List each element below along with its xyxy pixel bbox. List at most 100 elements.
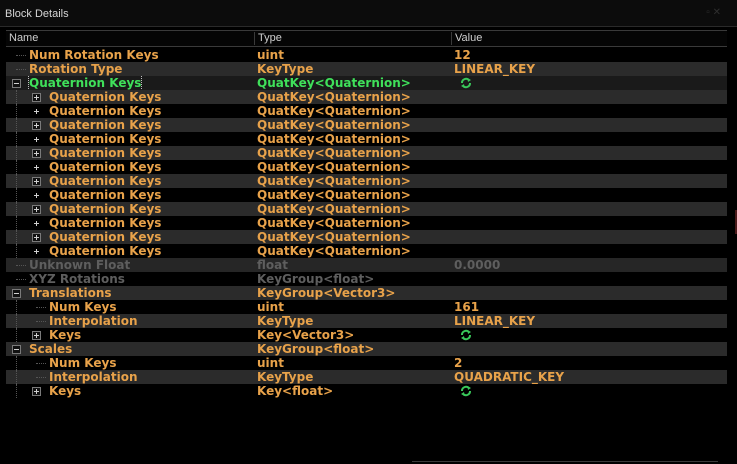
tree-row[interactable]: Quaternion Keys QuatKey<Quaternion> — [6, 132, 727, 146]
row-name-cell[interactable]: Quaternion Keys — [6, 104, 252, 118]
row-name-cell[interactable]: Quaternion Keys — [6, 118, 252, 132]
window-controls[interactable]: ▫ ✕ — [706, 7, 721, 18]
row-value[interactable] — [454, 118, 724, 132]
row-value[interactable]: QUADRATIC_KEY — [454, 370, 724, 384]
expand-icon[interactable] — [32, 93, 41, 102]
row-name-cell[interactable]: Quaternion Keys — [6, 202, 252, 216]
collapse-icon[interactable] — [12, 289, 21, 298]
expand-icon[interactable] — [32, 149, 41, 158]
row-name-cell[interactable]: Quaternion Keys — [6, 244, 252, 258]
collapse-icon[interactable] — [12, 79, 21, 88]
row-name-cell[interactable]: Quaternion Keys — [6, 216, 252, 230]
row-name-cell[interactable]: Quaternion Keys — [6, 132, 252, 146]
expand-icon[interactable] — [32, 107, 41, 116]
row-name-cell[interactable]: Scales — [6, 342, 252, 356]
tree-row[interactable]: Translations KeyGroup<Vector3> — [6, 286, 727, 300]
row-value[interactable] — [454, 286, 724, 300]
row-name-cell[interactable]: Interpolation — [6, 370, 252, 384]
row-name-cell[interactable]: Quaternion Keys — [6, 90, 252, 104]
row-value[interactable] — [454, 146, 724, 160]
tree-row[interactable]: XYZ Rotations KeyGroup<float> — [6, 272, 727, 286]
expand-icon[interactable] — [32, 233, 41, 242]
tree-row[interactable]: Quaternion Keys QuatKey<Quaternion> — [6, 146, 727, 160]
panel-titlebar[interactable]: Block Details ▫ ✕ — [0, 0, 737, 27]
expand-icon[interactable] — [32, 177, 41, 186]
row-name-cell[interactable]: Num Keys — [6, 300, 252, 314]
expand-icon[interactable] — [32, 121, 41, 130]
tree-row[interactable]: Interpolation KeyType LINEAR_KEY — [6, 314, 727, 328]
tree-row[interactable]: Keys Key<float> — [6, 384, 727, 398]
expand-icon[interactable] — [32, 191, 41, 200]
row-value[interactable] — [454, 328, 724, 342]
expand-icon[interactable] — [32, 387, 41, 396]
row-value[interactable]: 12 — [454, 48, 724, 62]
row-value[interactable] — [454, 132, 724, 146]
expand-icon[interactable] — [32, 247, 41, 256]
row-value[interactable]: LINEAR_KEY — [454, 62, 724, 76]
refresh-icon[interactable] — [460, 77, 472, 89]
collapse-icon[interactable] — [12, 345, 21, 354]
row-value[interactable] — [454, 216, 724, 230]
row-name-cell[interactable]: Quaternion Keys — [6, 76, 252, 90]
row-name-cell[interactable]: Quaternion Keys — [6, 160, 252, 174]
row-name-cell[interactable]: Translations — [6, 286, 252, 300]
row-value[interactable] — [454, 188, 724, 202]
row-value[interactable]: 2 — [454, 356, 724, 370]
row-value[interactable] — [454, 384, 724, 398]
row-name-cell[interactable]: Num Keys — [6, 356, 252, 370]
tree-row[interactable]: Quaternion Keys QuatKey<Quaternion> — [6, 188, 727, 202]
row-name-cell[interactable]: Keys — [6, 328, 252, 342]
row-name-cell[interactable]: Interpolation — [6, 314, 252, 328]
row-name-cell[interactable]: Rotation Type — [6, 62, 252, 76]
column-header-value[interactable]: Value — [451, 32, 727, 45]
tree-row[interactable]: Quaternion Keys QuatKey<Quaternion> — [6, 202, 727, 216]
row-value[interactable]: 0.0000 — [454, 258, 724, 272]
expand-icon[interactable] — [32, 163, 41, 172]
tree-row[interactable]: Scales KeyGroup<float> — [6, 342, 727, 356]
tree-row[interactable]: Interpolation KeyType QUADRATIC_KEY — [6, 370, 727, 384]
row-name-cell[interactable]: Num Rotation Keys — [6, 48, 252, 62]
row-name-cell[interactable]: Unknown Float — [6, 258, 252, 272]
row-name-cell[interactable]: XYZ Rotations — [6, 272, 252, 286]
row-value[interactable] — [454, 230, 724, 244]
expand-icon[interactable] — [32, 331, 41, 340]
tree-row[interactable]: Quaternion Keys QuatKey<Quaternion> — [6, 76, 727, 90]
row-value[interactable] — [454, 244, 724, 258]
row-value[interactable] — [454, 272, 724, 286]
expand-icon[interactable] — [32, 135, 41, 144]
tree-row[interactable]: Num Keys uint 2 — [6, 356, 727, 370]
tree-row[interactable]: Num Rotation Keys uint 12 — [6, 48, 727, 62]
expand-icon[interactable] — [32, 205, 41, 214]
row-value[interactable] — [454, 160, 724, 174]
tree-row[interactable]: Quaternion Keys QuatKey<Quaternion> — [6, 216, 727, 230]
tree-row[interactable]: Quaternion Keys QuatKey<Quaternion> — [6, 230, 727, 244]
row-value[interactable] — [454, 90, 724, 104]
expand-icon[interactable] — [32, 219, 41, 228]
row-name-cell[interactable]: Keys — [6, 384, 252, 398]
tree-row[interactable]: Keys Key<Vector3> — [6, 328, 727, 342]
row-name-cell[interactable]: Quaternion Keys — [6, 188, 252, 202]
tree-row[interactable]: Rotation Type KeyType LINEAR_KEY — [6, 62, 727, 76]
tree-row[interactable]: Quaternion Keys QuatKey<Quaternion> — [6, 90, 727, 104]
tree-row[interactable]: Unknown Float float 0.0000 — [6, 258, 727, 272]
row-value[interactable]: 161 — [454, 300, 724, 314]
refresh-icon[interactable] — [460, 329, 472, 341]
tree-row[interactable]: Num Keys uint 161 — [6, 300, 727, 314]
tree-row[interactable]: Quaternion Keys QuatKey<Quaternion> — [6, 160, 727, 174]
column-header-type[interactable]: Type — [254, 32, 452, 45]
column-header-name[interactable]: Name — [6, 32, 254, 45]
tree-row[interactable]: Quaternion Keys QuatKey<Quaternion> — [6, 118, 727, 132]
tree-row[interactable]: Quaternion Keys QuatKey<Quaternion> — [6, 244, 727, 258]
row-value[interactable] — [454, 104, 724, 118]
row-value[interactable] — [454, 174, 724, 188]
row-name-cell[interactable]: Quaternion Keys — [6, 230, 252, 244]
row-value[interactable] — [454, 76, 724, 90]
row-name-cell[interactable]: Quaternion Keys — [6, 146, 252, 160]
refresh-icon[interactable] — [460, 385, 472, 397]
row-name-cell[interactable]: Quaternion Keys — [6, 174, 252, 188]
row-value[interactable] — [454, 342, 724, 356]
tree-row[interactable]: Quaternion Keys QuatKey<Quaternion> — [6, 174, 727, 188]
row-value[interactable]: LINEAR_KEY — [454, 314, 724, 328]
row-value[interactable] — [454, 202, 724, 216]
tree-row[interactable]: Quaternion Keys QuatKey<Quaternion> — [6, 104, 727, 118]
